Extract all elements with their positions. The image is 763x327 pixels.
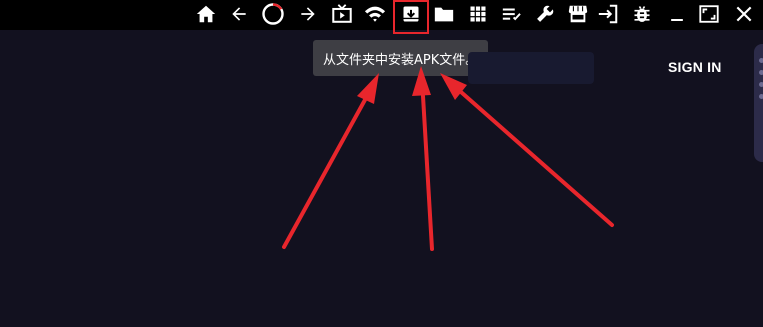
- store-icon[interactable]: [565, 1, 591, 27]
- playlist-icon[interactable]: [499, 1, 525, 27]
- forward-arrow-icon[interactable]: [295, 1, 321, 27]
- apps-grid-icon[interactable]: [465, 1, 491, 27]
- search-bar[interactable]: [468, 52, 594, 84]
- wifi-icon[interactable]: [362, 1, 388, 27]
- side-drawer-handle[interactable]: [754, 44, 763, 162]
- highlight-box: [393, 0, 429, 34]
- login-icon[interactable]: [595, 1, 621, 27]
- handle-dot: [759, 82, 763, 87]
- emulator-toolbar: [0, 0, 763, 30]
- sign-in-button[interactable]: SIGN IN: [668, 59, 722, 75]
- wrench-icon[interactable]: [532, 1, 558, 27]
- handle-dot: [759, 94, 763, 99]
- tv-icon[interactable]: [329, 1, 355, 27]
- handle-dot: [759, 70, 763, 75]
- folder-icon[interactable]: [431, 1, 457, 27]
- close-icon[interactable]: [731, 1, 757, 27]
- tooltip: 从文件夹中安装APK文件。: [313, 40, 489, 76]
- arrow-right: [440, 73, 614, 227]
- bug-icon[interactable]: [629, 1, 655, 27]
- home-icon[interactable]: [193, 1, 219, 27]
- arrow-left: [282, 73, 379, 249]
- app-window: 从文件夹中安装APK文件。 SIGN IN: [0, 0, 763, 327]
- tooltip-text: 从文件夹中安装APK文件。: [323, 52, 479, 68]
- fullscreen-icon[interactable]: [696, 1, 722, 27]
- arrow-center: [412, 66, 434, 251]
- minimize-icon[interactable]: [664, 1, 690, 27]
- loading-spinner-icon: [260, 1, 286, 27]
- back-arrow-icon[interactable]: [226, 1, 252, 27]
- handle-dot: [759, 58, 763, 63]
